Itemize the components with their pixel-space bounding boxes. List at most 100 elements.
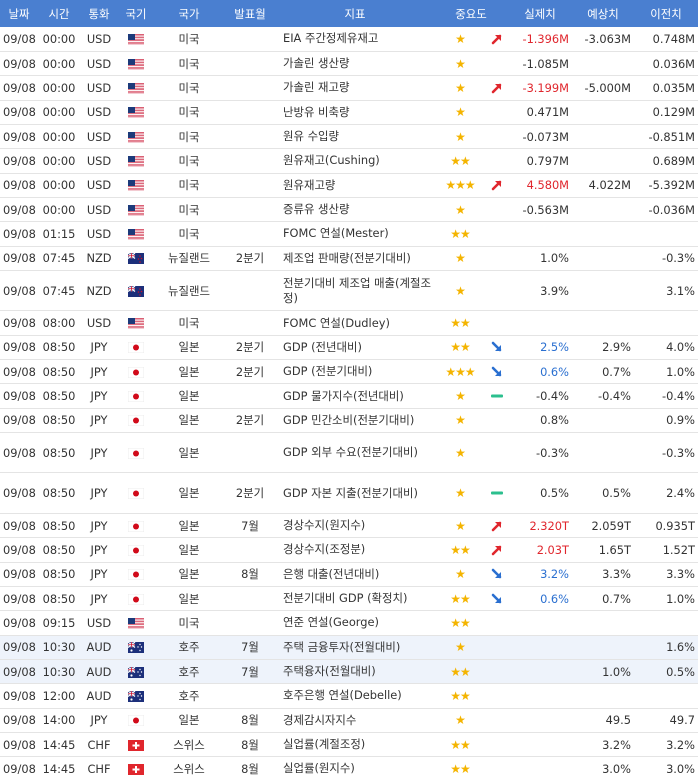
- cell-previous: [634, 610, 698, 636]
- cell-period: [224, 100, 276, 125]
- table-row[interactable]: 09/08 08:50 JPY 일본 2분기 GDP 민간소비(전분기대비) ★…: [0, 408, 698, 434]
- table-row[interactable]: 09/08 14:45 CHF 스위스 8월 실업률(원지수) ★★ 3.0% …: [0, 756, 698, 780]
- cell-indicator[interactable]: 전분기대비 제조업 매출(계절조정): [276, 270, 434, 312]
- header-actual[interactable]: 실제치: [508, 0, 573, 27]
- cell-indicator[interactable]: 원유 수입량: [276, 124, 434, 150]
- table-row[interactable]: 09/08 08:50 JPY 일본 2분기 GDP (전분기대비) ★★★ 0…: [0, 359, 698, 385]
- cell-indicator[interactable]: 전분기대비 GDP (확정치): [276, 586, 434, 612]
- us-flag-icon: [128, 58, 144, 70]
- cell-forecast: 1.65T: [572, 537, 635, 563]
- cell-country: 호주: [154, 659, 224, 685]
- cell-indicator[interactable]: 난방유 비축량: [276, 100, 434, 125]
- cell-indicator[interactable]: FOMC 연설(Mester): [276, 221, 434, 247]
- table-row[interactable]: 09/08 09:15 USD 미국 연준 연설(George) ★★: [0, 610, 698, 636]
- cell-period: [224, 432, 276, 474]
- trend-down-arrow-icon: [486, 592, 508, 606]
- table-row[interactable]: 09/08 08:50 JPY 일본 2분기 GDP 자본 지출(전분기대비) …: [0, 472, 698, 514]
- table-row[interactable]: 09/08 14:00 JPY 일본 8월 경제감시자지수 ★ 49.5 49.…: [0, 708, 698, 733]
- cell-indicator[interactable]: 호주은행 연설(Debelle): [276, 683, 434, 709]
- header-time[interactable]: 시간: [38, 0, 80, 27]
- cell-time: 12:00: [38, 683, 80, 709]
- cell-currency: JPY: [80, 408, 118, 434]
- header-currency[interactable]: 통화: [80, 0, 118, 27]
- cell-indicator[interactable]: 가솔린 생산량: [276, 51, 434, 77]
- cell-indicator[interactable]: 연준 연설(George): [276, 610, 434, 636]
- cell-country: 미국: [154, 100, 224, 125]
- cell-trend: [486, 635, 509, 660]
- cell-actual: [508, 683, 573, 709]
- cell-indicator[interactable]: 증류유 생산량: [276, 197, 434, 223]
- header-country[interactable]: 국가: [154, 0, 224, 27]
- cell-actual: 1.0%: [508, 246, 573, 271]
- table-row[interactable]: 09/08 00:00 USD 미국 증류유 생산량 ★ -0.563M -0.…: [0, 197, 698, 223]
- importance-star-icon: ★: [455, 129, 466, 144]
- table-row[interactable]: 09/08 14:45 CHF 스위스 8월 실업률(계절조정) ★★ 3.2%…: [0, 732, 698, 758]
- cell-indicator[interactable]: 원유재고량: [276, 173, 434, 198]
- cell-importance: ★: [434, 246, 486, 271]
- cell-indicator[interactable]: 실업률(계절조정): [276, 732, 434, 758]
- header-previous[interactable]: 이전치: [634, 0, 698, 27]
- table-row[interactable]: 09/08 00:00 USD 미국 가솔린 재고량 ★ -3.199M -5.…: [0, 75, 698, 101]
- cell-time: 00:00: [38, 148, 80, 174]
- table-row[interactable]: 09/08 00:00 USD 미국 가솔린 생산량 ★ -1.085M 0.0…: [0, 51, 698, 77]
- table-row[interactable]: 09/08 00:00 USD 미국 원유재고량 ★★★ 4.580M 4.02…: [0, 173, 698, 198]
- cell-indicator[interactable]: 경상수지(조정분): [276, 537, 434, 563]
- table-row[interactable]: 09/08 10:30 AUD 호주 7월 주택융자(전월대비) ★★ 1.0%…: [0, 659, 698, 685]
- table-row[interactable]: 09/08 12:00 AUD 호주 호주은행 연설(Debelle) ★★: [0, 683, 698, 709]
- cell-indicator[interactable]: GDP (전분기대비): [276, 359, 434, 385]
- cell-indicator[interactable]: 실업률(원지수): [276, 756, 434, 780]
- cell-indicator[interactable]: 경제감시자지수: [276, 708, 434, 733]
- cell-indicator[interactable]: 가솔린 재고량: [276, 75, 434, 101]
- cell-indicator[interactable]: 주택 금융투자(전월대비): [276, 635, 434, 660]
- cell-indicator[interactable]: FOMC 연설(Dudley): [276, 310, 434, 336]
- cell-indicator[interactable]: GDP 물가지수(전년대비): [276, 383, 434, 409]
- cell-indicator[interactable]: 주택융자(전월대비): [276, 659, 434, 685]
- header-forecast[interactable]: 예상치: [572, 0, 635, 27]
- cell-currency: USD: [80, 100, 118, 125]
- header-date[interactable]: 날짜: [0, 0, 38, 27]
- cell-country: 일본: [154, 586, 224, 612]
- table-row[interactable]: 09/08 08:50 JPY 일본 경상수지(조정분) ★★ 2.03T 1.…: [0, 537, 698, 563]
- table-row[interactable]: 09/08 08:50 JPY 일본 8월 은행 대출(전년대비) ★ 3.2%…: [0, 562, 698, 587]
- table-row[interactable]: 09/08 08:50 JPY 일본 GDP 외부 수요(전분기대비) ★ -0…: [0, 432, 698, 474]
- header-flag[interactable]: 국기: [118, 0, 154, 27]
- cell-indicator[interactable]: 제조업 판매량(전분기대비): [276, 246, 434, 271]
- cell-indicator[interactable]: 원유재고(Cushing): [276, 148, 434, 174]
- cell-trend: [486, 173, 509, 198]
- cell-previous: -0.4%: [634, 383, 698, 409]
- table-row[interactable]: 09/08 08:50 JPY 일본 7월 경상수지(원지수) ★ 2.320T…: [0, 513, 698, 539]
- table-row[interactable]: 09/08 01:15 USD 미국 FOMC 연설(Mester) ★★: [0, 221, 698, 247]
- au-flag-icon: [128, 666, 144, 678]
- table-row[interactable]: 09/08 10:30 AUD 호주 7월 주택 금융투자(전월대비) ★ 1.…: [0, 635, 698, 660]
- table-row[interactable]: 09/08 00:00 USD 미국 난방유 비축량 ★ 0.471M 0.12…: [0, 100, 698, 125]
- cell-indicator[interactable]: GDP 민간소비(전분기대비): [276, 408, 434, 434]
- cell-forecast: 3.0%: [572, 756, 635, 780]
- cell-indicator[interactable]: GDP 외부 수요(전분기대비): [276, 432, 434, 474]
- table-row[interactable]: 09/08 08:50 JPY 일본 2분기 GDP (전년대비) ★★ 2.5…: [0, 335, 698, 361]
- cell-flag: [118, 27, 154, 52]
- cell-indicator[interactable]: EIA 주간정제유재고: [276, 27, 434, 52]
- header-period[interactable]: 발표월: [224, 0, 276, 27]
- table-row[interactable]: 09/08 00:00 USD 미국 원유재고(Cushing) ★★ 0.79…: [0, 148, 698, 174]
- table-row[interactable]: 09/08 08:50 JPY 일본 전분기대비 GDP (확정치) ★★ 0.…: [0, 586, 698, 612]
- table-row[interactable]: 09/08 00:00 USD 미국 원유 수입량 ★ -0.073M -0.8…: [0, 124, 698, 150]
- cell-indicator[interactable]: GDP (전년대비): [276, 335, 434, 361]
- table-row[interactable]: 09/08 07:45 NZD 뉴질랜드 전분기대비 제조업 매출(계절조정) …: [0, 270, 698, 312]
- header-indicator[interactable]: 지표: [276, 0, 434, 27]
- table-row[interactable]: 09/08 08:00 USD 미국 FOMC 연설(Dudley) ★★: [0, 310, 698, 336]
- cell-trend: [486, 513, 509, 539]
- cell-indicator[interactable]: GDP 자본 지출(전분기대비): [276, 472, 434, 514]
- cell-indicator[interactable]: 은행 대출(전년대비): [276, 562, 434, 587]
- cell-indicator[interactable]: 경상수지(원지수): [276, 513, 434, 539]
- cell-actual: -0.3%: [508, 432, 573, 474]
- table-row[interactable]: 09/08 08:50 JPY 일본 GDP 물가지수(전년대비) ★ -0.4…: [0, 383, 698, 409]
- cell-trend: [486, 408, 509, 434]
- cell-time: 08:50: [38, 513, 80, 539]
- ch-flag-icon: [128, 763, 144, 775]
- table-row[interactable]: 09/08 07:45 NZD 뉴질랜드 2분기 제조업 판매량(전분기대비) …: [0, 246, 698, 271]
- cell-currency: JPY: [80, 708, 118, 733]
- cell-actual: -0.563M: [508, 197, 573, 223]
- table-row[interactable]: 09/08 00:00 USD 미국 EIA 주간정제유재고 ★ -1.396M…: [0, 27, 698, 52]
- header-importance[interactable]: 중요도: [434, 0, 509, 27]
- cell-actual: 0.8%: [508, 408, 573, 434]
